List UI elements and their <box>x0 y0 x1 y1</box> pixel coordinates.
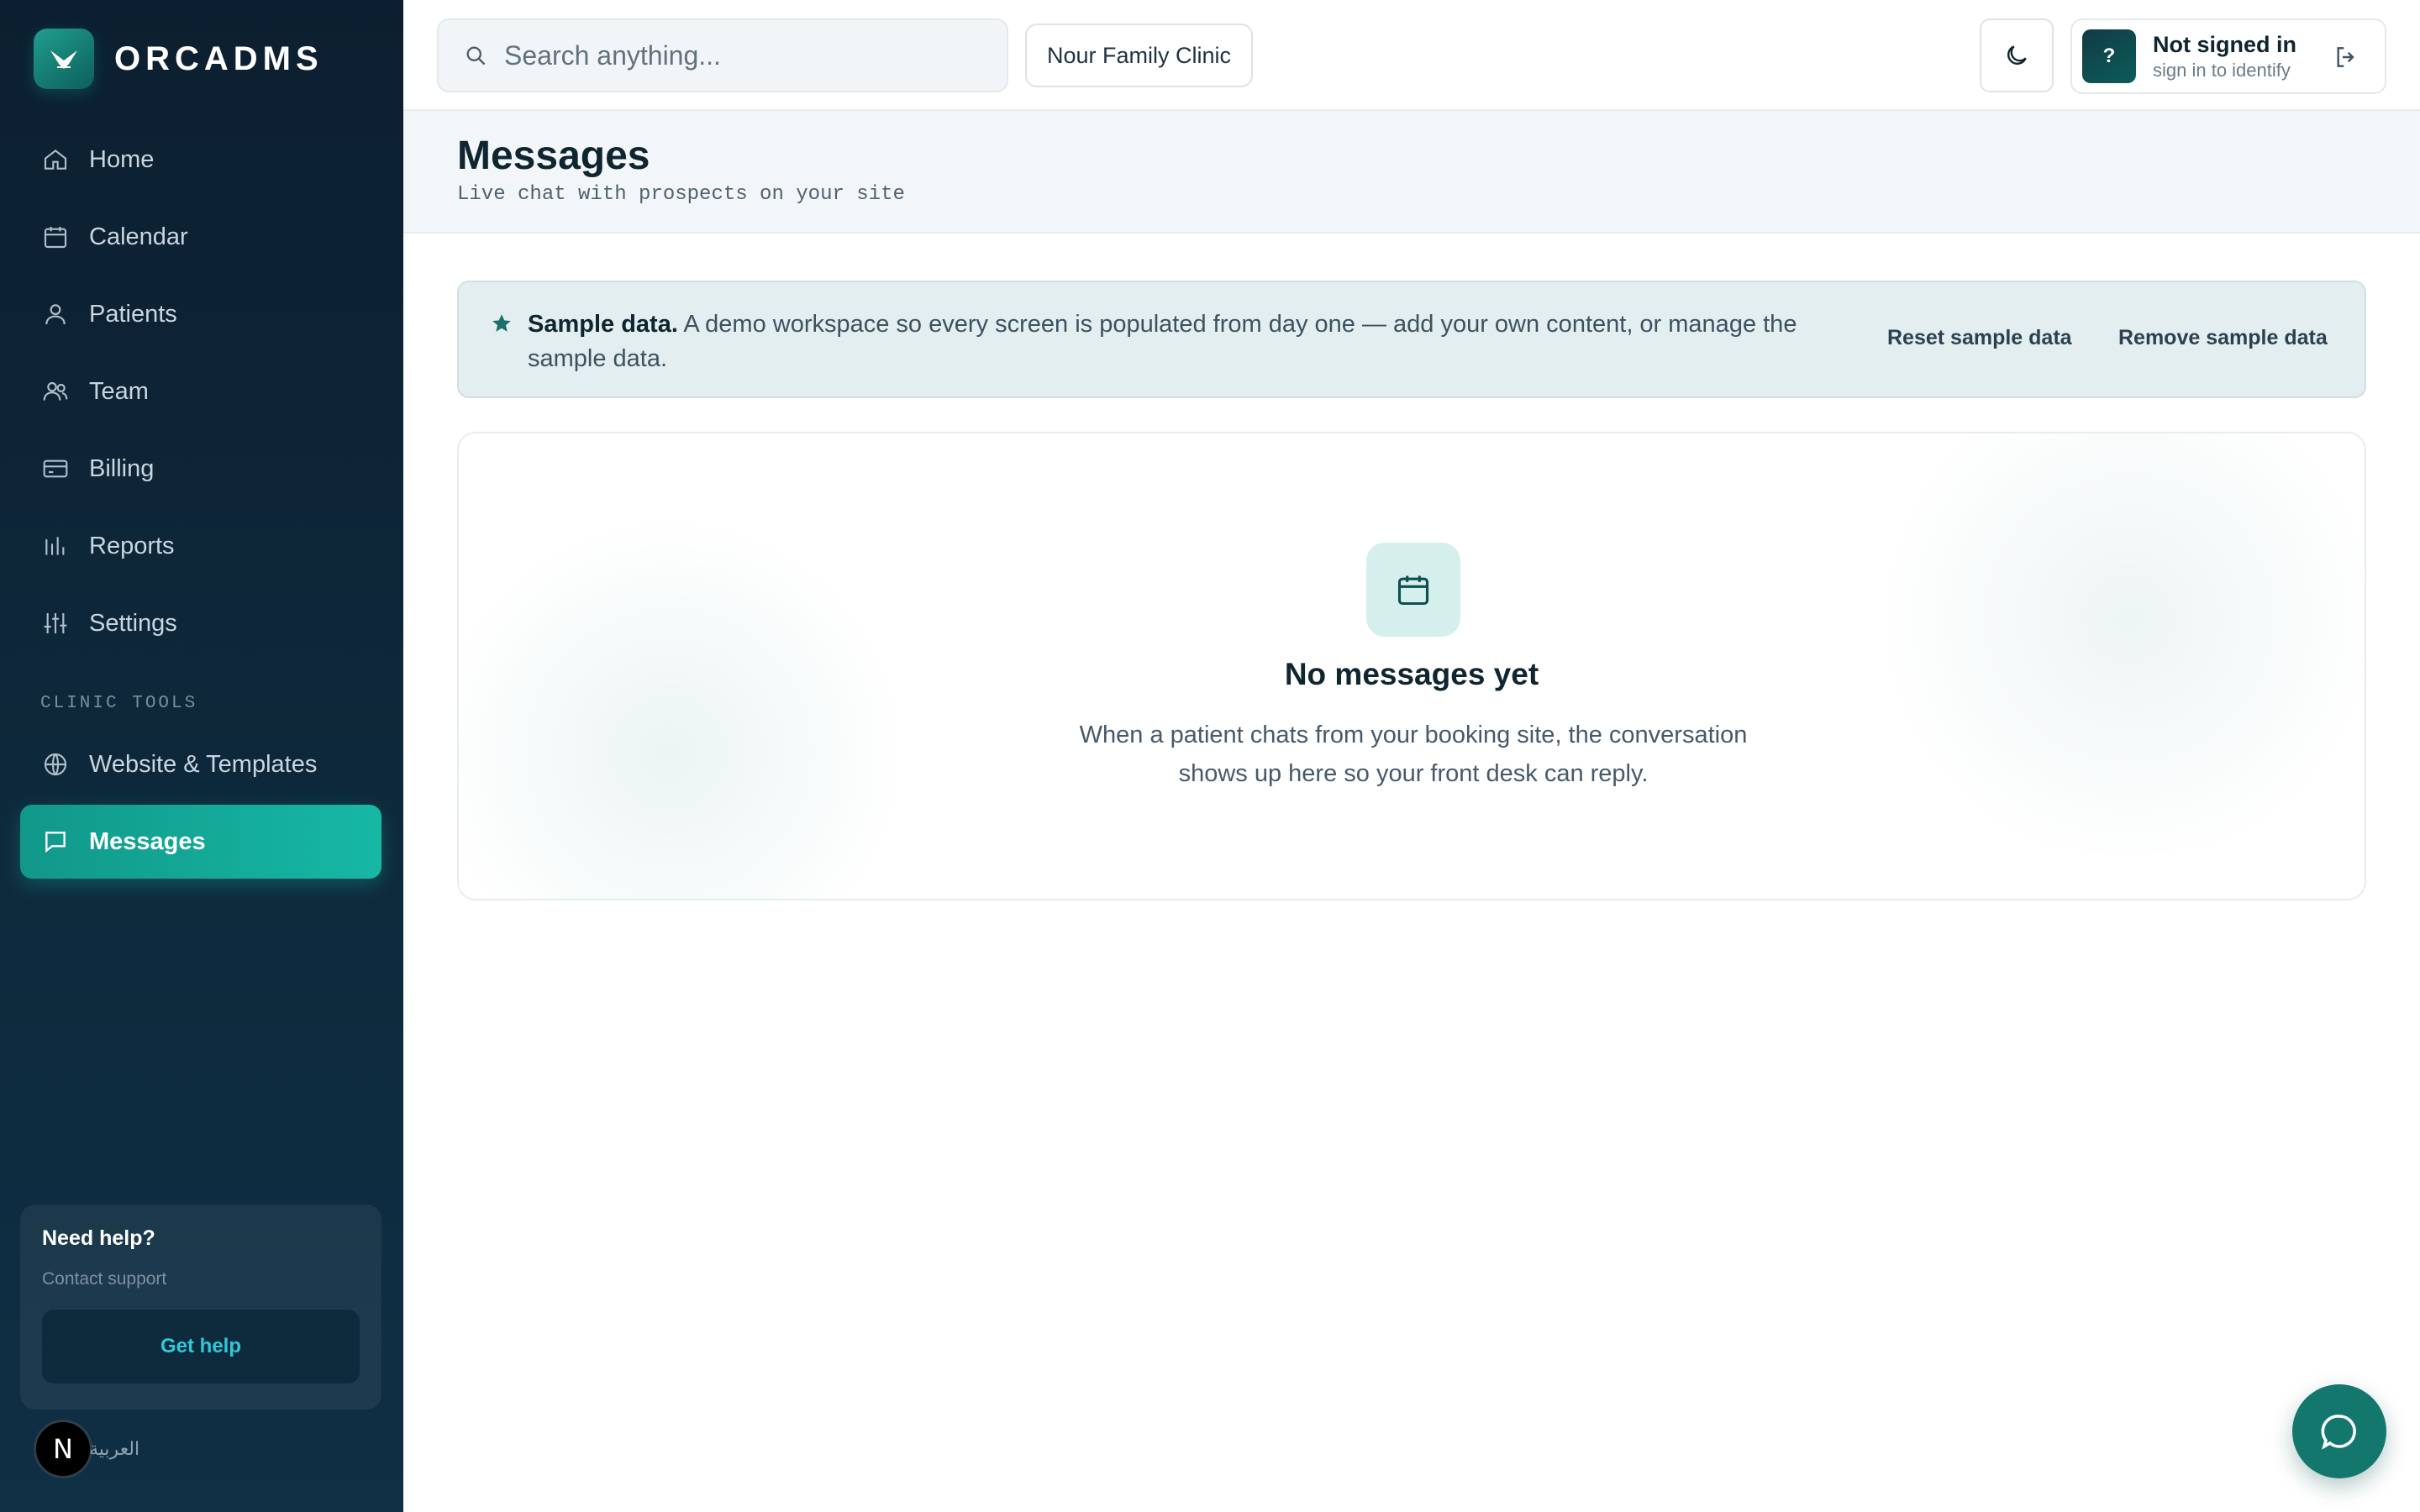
section-label-clinic-tools: CLINIC TOOLS <box>40 694 198 713</box>
help-subtitle[interactable]: Contact support <box>42 1269 360 1289</box>
sidebar-item-team[interactable]: Team <box>20 354 381 428</box>
sidebar-item-reports[interactable]: Reports <box>20 509 381 583</box>
sidebar-item-patients[interactable]: Patients <box>20 277 381 351</box>
sidebar: ORCADMS Home Calendar Patients Team Bill… <box>0 0 403 1512</box>
calendar-icon <box>44 227 67 249</box>
topbar: Nour Family Clinic ? Not signed in sign … <box>403 0 2420 111</box>
bar-chart-icon <box>45 537 65 555</box>
sidebar-item-settings[interactable]: Settings <box>20 586 381 660</box>
sidebar-item-label: Messages <box>89 827 206 855</box>
moon-icon <box>2007 45 2027 65</box>
sidebar-item-calendar[interactable]: Calendar <box>20 200 381 274</box>
page-subtitle: Live chat with prospects on your site <box>457 183 905 206</box>
sign-in-icon[interactable] <box>2333 44 2360 71</box>
help-title: Need help? <box>42 1226 155 1250</box>
user-menu[interactable]: ? Not signed in sign in to identify <box>2070 18 2386 94</box>
sidebar-item-label: Team <box>89 377 149 405</box>
language-switcher[interactable]: N العربية <box>34 1420 139 1478</box>
empty-state-card: No messages yet When a patient chats fro… <box>457 432 2366 900</box>
sidebar-item-home[interactable]: Home <box>20 123 381 197</box>
sidebar-item-messages[interactable]: Messages <box>20 805 381 879</box>
search-icon <box>466 46 486 66</box>
sidebar-item-label: Home <box>89 145 155 173</box>
language-label[interactable]: العربية <box>89 1439 139 1460</box>
avatar[interactable]: N <box>34 1420 92 1478</box>
search-input[interactable] <box>504 39 975 71</box>
avatar: ? <box>2082 29 2136 83</box>
sliders-icon <box>44 613 67 633</box>
search-box[interactable] <box>437 18 1008 92</box>
get-help-button[interactable]: Get help <box>42 1310 360 1383</box>
banner-strong: Sample data. <box>528 311 678 338</box>
empty-state-title: No messages yet <box>1284 657 1539 691</box>
empty-state-body: When a patient chats from your booking s… <box>1079 722 1748 787</box>
sidebar-item-website-templates[interactable]: Website & Templates <box>20 727 381 801</box>
decorative-glow <box>1827 433 2365 853</box>
empty-state-icon <box>1366 543 1460 637</box>
home-icon <box>44 149 67 170</box>
sidebar-item-label: Settings <box>89 609 177 637</box>
globe-icon <box>44 753 67 776</box>
clinic-selector[interactable]: Nour Family Clinic <box>1025 24 1254 87</box>
sidebar-item-label: Calendar <box>89 223 188 250</box>
decorative-glow <box>459 501 929 899</box>
sidebar-item-label: Patients <box>89 300 177 328</box>
message-square-icon <box>45 832 66 853</box>
page-title: Messages <box>457 134 650 178</box>
banner-text: Sample data. A demo workspace so every s… <box>528 307 1872 376</box>
remove-sample-data-button[interactable]: Remove sample data <box>2118 326 2328 350</box>
orca-logo-icon <box>34 29 94 89</box>
user-subtitle: sign in to identify <box>2153 59 2291 81</box>
reset-sample-data-button[interactable]: Reset sample data <box>1887 326 2072 350</box>
sidebar-item-label: Website & Templates <box>89 750 318 778</box>
user-icon <box>45 304 66 325</box>
theme-toggle-button[interactable] <box>1980 18 2054 92</box>
tools-nav: Website & Templates Messages <box>20 727 381 882</box>
user-name: Not signed in <box>2153 31 2296 57</box>
credit-card-icon <box>43 459 68 478</box>
chat-button[interactable] <box>2292 1384 2386 1478</box>
user-info: Not signed in sign in to identify <box>2153 32 2296 81</box>
star-icon <box>492 314 511 332</box>
main-nav: Home Calendar Patients Team Billing Repo… <box>20 123 381 664</box>
chat-bubble-icon <box>2321 1415 2356 1450</box>
sidebar-item-billing[interactable]: Billing <box>20 432 381 506</box>
users-icon <box>43 381 68 401</box>
sidebar-item-label: Billing <box>89 454 155 482</box>
page-header: Messages Live chat with prospects on you… <box>403 111 2420 234</box>
sample-data-banner: Sample data. A demo workspace so every s… <box>457 281 2366 398</box>
brand-logo[interactable]: ORCADMS <box>34 29 324 89</box>
help-card: Need help? Contact support Get help <box>20 1205 381 1410</box>
banner-message: A demo workspace so every screen is popu… <box>528 311 1797 372</box>
calendar-icon <box>1397 575 1429 606</box>
app-name: ORCADMS <box>114 39 324 77</box>
sidebar-item-label: Reports <box>89 532 175 559</box>
